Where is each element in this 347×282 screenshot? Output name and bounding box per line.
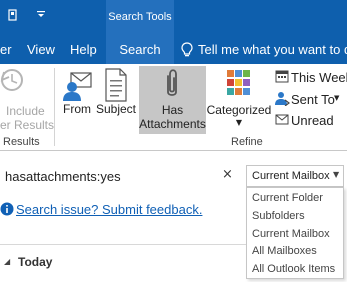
categorized-dropdown-arrow-icon[interactable]: ▼	[233, 118, 245, 127]
ribbon-group-separator	[54, 68, 55, 146]
ribbon-bottom-border	[0, 150, 347, 151]
search-scope-value: Current Mailbox	[252, 170, 330, 182]
tab-view[interactable]: View	[27, 36, 55, 64]
calendar-icon	[275, 70, 289, 83]
collapse-group-arrow-icon[interactable]: ◢	[4, 257, 10, 266]
include-results-line2: er Results	[0, 118, 55, 132]
touch-mode-icon[interactable]	[8, 9, 18, 21]
results-group-label: Results	[3, 136, 40, 148]
search-feedback-link[interactable]: Search issue? Submit feedback.	[16, 202, 202, 217]
has-attachments-line1: Has	[161, 103, 184, 117]
from-button[interactable]: From	[60, 102, 94, 116]
tab-folder-partial[interactable]: er	[0, 36, 12, 64]
unread-envelope-icon	[275, 114, 289, 125]
categorized-button[interactable]: Categorized	[206, 103, 272, 117]
sent-to-dropdown-arrow-icon[interactable]: ▼	[334, 94, 339, 102]
has-attachments-line2: Attachments	[139, 117, 206, 131]
refine-group-label: Refine	[231, 136, 263, 148]
sent-to-person-icon	[275, 92, 290, 106]
unread-button[interactable]: Unread	[291, 113, 334, 128]
subject-button[interactable]: Subject	[95, 102, 137, 116]
from-person-mail-icon	[63, 72, 92, 101]
search-tools-label: Search Tools	[108, 11, 172, 23]
info-icon	[0, 202, 14, 216]
list-divider	[0, 244, 246, 245]
include-results-button[interactable]: Include er Results	[0, 104, 54, 132]
subject-document-icon	[105, 68, 127, 102]
scope-option-current-mailbox[interactable]: Current Mailbox	[252, 228, 330, 240]
scope-option-all-mailboxes[interactable]: All Mailboxes	[252, 245, 317, 257]
has-attachments-label: Has Attachments	[139, 103, 206, 131]
paperclip-icon	[167, 69, 177, 96]
tab-help[interactable]: Help	[70, 36, 97, 64]
this-week-button[interactable]: This Week	[291, 70, 347, 85]
include-results-line1: Include	[6, 104, 45, 118]
sent-to-button[interactable]: Sent To	[291, 92, 335, 107]
tell-me-search[interactable]: Tell me what you want to do	[198, 36, 347, 64]
search-query-text: hasattachments:yes	[5, 169, 121, 184]
today-group-header[interactable]: Today	[18, 255, 52, 269]
include-results-icon	[0, 69, 23, 91]
clear-search-icon[interactable]: ×	[222, 167, 233, 182]
tab-search[interactable]: Search	[106, 36, 174, 64]
customize-quick-access-icon[interactable]	[36, 9, 46, 19]
scope-option-subfolders[interactable]: Subfolders	[252, 210, 305, 222]
categorized-grid-icon	[227, 70, 250, 95]
lightbulb-icon	[181, 42, 193, 57]
scope-option-all-outlook-items[interactable]: All Outlook Items	[252, 263, 335, 275]
scope-dropdown-arrow-icon[interactable]: ▼	[333, 170, 339, 179]
scope-option-current-folder[interactable]: Current Folder	[252, 192, 323, 204]
